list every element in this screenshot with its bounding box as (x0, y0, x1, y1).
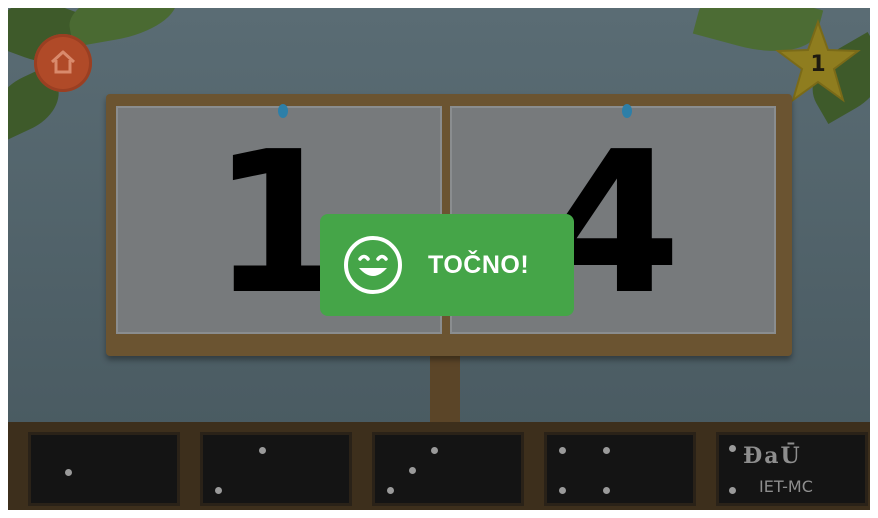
dot (603, 487, 610, 494)
dot (65, 469, 72, 476)
brand-subtitle: IET-MC (759, 477, 813, 496)
answer-tile-3[interactable] (372, 432, 524, 506)
correct-feedback[interactable]: TOČNO! (320, 214, 574, 316)
feedback-text: TOČNO! (428, 251, 530, 279)
game-stage: 1 1 4 TOČNO! ĐaŪ IET-MC (8, 8, 870, 510)
dot (215, 487, 222, 494)
answer-shelf: ĐaŪ IET-MC (8, 422, 870, 510)
dot (729, 445, 736, 452)
dot (559, 487, 566, 494)
dot (387, 487, 394, 494)
answer-tile-1[interactable] (28, 432, 180, 506)
smiley-icon (344, 236, 402, 294)
dot (729, 487, 736, 494)
brand-logo: ĐaŪ (743, 443, 802, 469)
dot (409, 467, 416, 474)
answer-tile-4[interactable] (544, 432, 696, 506)
star-counter: 1 (774, 18, 862, 106)
dot (259, 447, 266, 454)
home-icon (50, 50, 76, 74)
board-post (430, 354, 460, 430)
star-count: 1 (810, 52, 826, 77)
home-button[interactable] (34, 34, 92, 92)
dot (559, 447, 566, 454)
dot (431, 447, 438, 454)
dot (603, 447, 610, 454)
answer-tile-5[interactable]: ĐaŪ IET-MC (716, 432, 868, 506)
answer-tile-2[interactable] (200, 432, 352, 506)
